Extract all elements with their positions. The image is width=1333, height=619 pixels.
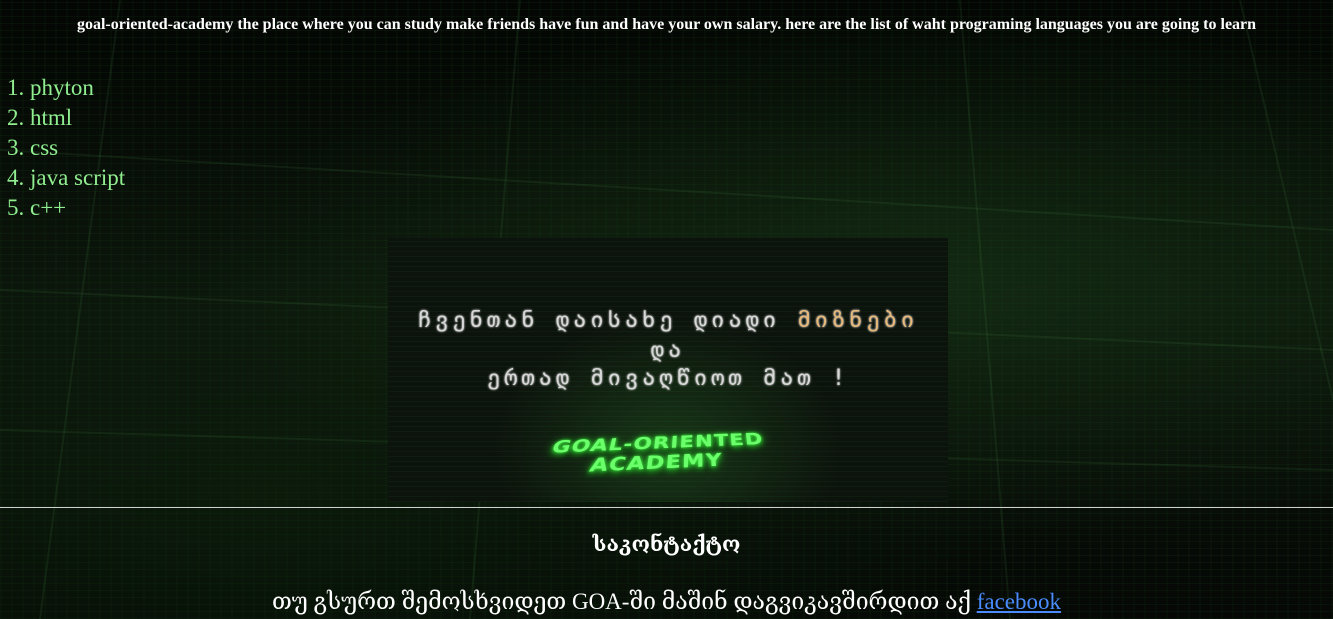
banner-line-3: ერთად მივაღწიოთ მათ ! bbox=[486, 366, 850, 391]
academy-logo: GOAL-ORIENTED ACADEMY bbox=[548, 430, 765, 477]
list-item: 3. css bbox=[7, 135, 59, 160]
list-item: 4. java script bbox=[7, 165, 126, 190]
list-item: 2. html bbox=[7, 105, 73, 130]
page-header: goal-oriented-academy the place where yo… bbox=[76, 16, 1257, 33]
banner-line-1: ჩვენთან დაისახე დიადი მიზნები bbox=[417, 308, 919, 333]
contact-title: საკონტაქტო bbox=[592, 532, 741, 556]
language-list: 1. phyton 2. html 3. css 4. java script … bbox=[7, 73, 125, 223]
academy-banner-image: ჩვენთან დაისახე დიადი მიზნები და ერთად მ… bbox=[388, 238, 948, 502]
banner-highlight: მიზნები bbox=[797, 308, 919, 333]
facebook-link[interactable]: facebook bbox=[977, 589, 1061, 614]
contact-text: თუ გსურთ შემოსხვიდეთ GOA-ში მაშინ დაგვიკ… bbox=[271, 589, 1062, 614]
horizontal-divider bbox=[0, 507, 1333, 508]
list-item: 5. c++ bbox=[7, 195, 67, 220]
list-item: 1. phyton bbox=[7, 75, 94, 100]
banner-line-2: და bbox=[650, 338, 686, 363]
